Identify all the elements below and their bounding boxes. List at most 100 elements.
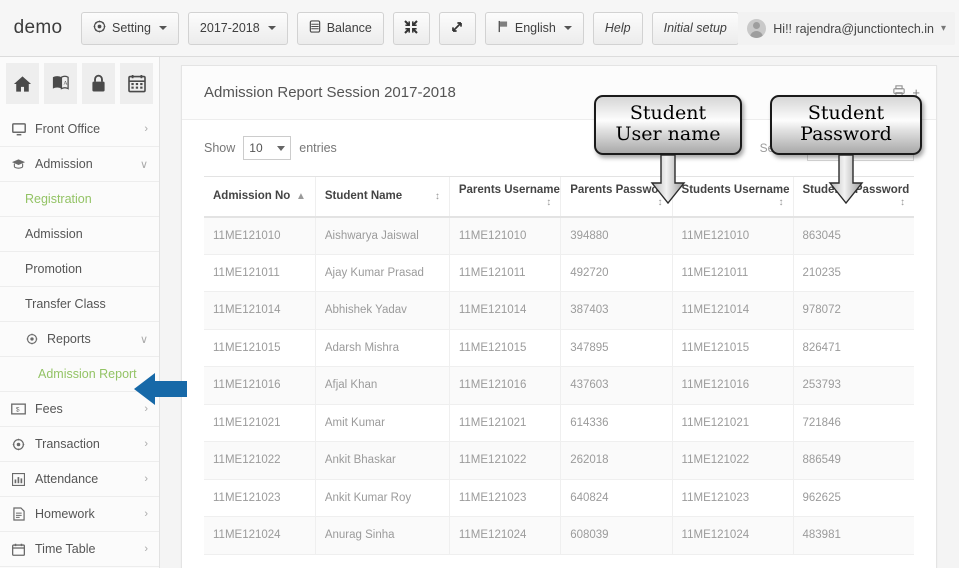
graduation-icon [11,158,26,170]
sidebar-label: Fees [35,402,63,416]
table-cell: 886549 [792,441,914,480]
table-row[interactable]: 11ME121014 Abhishek Yadav 11ME121014 387403… [204,291,914,330]
column-header-admission-no[interactable]: Admission No ▲ [204,176,316,218]
table-cell: 11ME121015 [204,329,316,367]
table-cell: 11ME121021 [671,404,793,442]
sidebar-item-front-office[interactable]: Front Office › [0,112,159,147]
chevron-down-icon [277,145,286,151]
sidebar-label: Transaction [35,437,100,451]
entries-per-page-select[interactable]: 10 [243,136,292,160]
table-cell: Ankit Bhaskar [314,441,450,480]
table-cell: 492720 [560,254,673,292]
sidebar-item-homework[interactable]: Homework › [0,497,159,532]
table-cell: 11ME121016 [204,366,316,405]
callout-line-1: Student [629,102,707,124]
column-header-student-name[interactable]: Student Name ↕ [314,176,450,218]
table-cell: 394880 [560,216,673,255]
sidebar-item-reports[interactable]: Reports ∨ [0,322,159,357]
chevron-right-icon: › [144,543,148,555]
setting-button[interactable]: Setting [81,11,179,45]
column-label: Student Name [324,189,403,202]
sidebar-item-registration[interactable]: Registration [0,182,159,217]
sidebar-label: Front Office [35,122,101,136]
sidebar-item-transfer-class[interactable]: Transfer Class [0,287,159,322]
table-cell: 11ME121010 [204,216,316,255]
table-row[interactable]: 11ME121021 Amit Kumar 11ME121021 614336 11ME… [204,404,914,442]
callout-student-password: Student Password [770,95,922,205]
application-window: demo Setting 2017-2018 Balance English H… [0,0,959,568]
money-icon: $ [11,403,26,415]
column-label: Admission No [213,189,291,202]
table-cell: 11ME121021 [204,404,316,442]
collapse-button[interactable] [392,11,430,45]
table-body: 11ME121010 Aishwarya Jaiswal 11ME121010 394… [204,216,914,555]
table-row[interactable]: 11ME121016 Afjal Khan 11ME121016 437603 11ME… [204,366,914,405]
calendar-icon[interactable] [120,63,153,104]
table-row[interactable]: 11ME121023 Ankit Kumar Roy 11ME121023 64082… [204,479,914,517]
translate-icon[interactable]: A [44,63,77,104]
table-row[interactable]: 11ME121024 Anurag Sinha 11ME121024 608039 11… [204,516,914,555]
sidebar-item-promotion[interactable]: Promotion [0,252,159,287]
sort-icon: ↕ [546,196,552,208]
entries-label: entries [299,141,337,155]
callout-bubble: Student User name [594,95,742,155]
help-button[interactable]: Help [592,11,643,45]
sort-icon: ▲ [295,190,306,202]
table-row[interactable]: 11ME121022 Ankit Bhaskar 11ME121022 262018 1… [204,441,914,480]
table-cell: Ajay Kumar Prasad [314,254,450,292]
sidebar-item-admission-sub[interactable]: Admission [0,217,159,252]
sidebar-item-time-table[interactable]: Time Table › [0,532,159,567]
table-cell: 863045 [792,216,914,255]
sidebar-label: Promotion [25,262,82,276]
table-cell: Aishwarya Jaiswal [314,216,450,255]
gear-icon [25,333,39,345]
language-button[interactable]: English [484,11,584,45]
table-cell: 640824 [560,479,673,517]
table-cell: 721846 [792,404,914,442]
table-cell: 11ME121023 [671,479,793,517]
gear-icon [11,438,26,451]
sidebar-label: Attendance [35,472,99,486]
brand-logo[interactable]: demo [4,17,72,39]
gear-icon [93,20,106,36]
show-entries-control: Show 10 entries [204,136,337,160]
sidebar-item-transaction[interactable]: Transaction › [0,427,159,462]
sidebar-label: Admission [35,157,93,171]
language-button-label: English [514,21,556,35]
table-cell: Amit Kumar [314,404,450,442]
chevron-down-icon: ∨ [139,158,148,171]
table-cell: 11ME121016 [448,366,561,405]
table-cell: 11ME121023 [448,479,561,517]
table-cell: 11ME121022 [671,441,793,480]
column-header-parents-username[interactable]: Parents Username ↕ [448,176,561,218]
table-row[interactable]: 11ME121011 Ajay Kumar Prasad 11ME121011 492… [204,254,914,292]
user-greeting: Hi!! rajendra@junctiontech.in [773,21,934,36]
lock-icon[interactable] [82,63,115,104]
chevron-down-icon [563,26,572,30]
sidebar-item-attendance[interactable]: Attendance › [0,462,159,497]
user-menu[interactable]: Hi!! rajendra@junctiontech.in ▾ [738,12,955,45]
page-title: Admission Report Session 2017-2018 [204,84,456,101]
chevron-right-icon: › [144,438,148,450]
table-cell: 11ME121011 [671,254,793,292]
sidebar-label: Transfer Class [25,297,106,311]
table-cell: 11ME121014 [671,291,793,330]
table-cell: 11ME121010 [448,216,561,255]
show-label: Show [204,141,236,155]
session-year-label: 2017-2018 [199,21,260,35]
table-cell: 608039 [560,516,673,555]
home-icon[interactable] [6,63,39,104]
expand-button[interactable] [438,11,476,45]
setting-button-label: Setting [112,21,151,35]
table-row[interactable]: 11ME121015 Adarsh Mishra 11ME121015 347895 1… [204,329,914,367]
sort-icon: ↕ [434,190,440,202]
compress-icon [404,19,419,37]
initial-setup-button[interactable]: Initial setup [651,11,739,45]
sidebar-item-admission[interactable]: Admission ∨ [0,147,159,182]
table-cell: 11ME121021 [448,404,561,442]
chevron-right-icon: › [144,123,148,135]
balance-button[interactable]: Balance [296,11,384,45]
table-row[interactable]: 11ME121010 Aishwarya Jaiswal 11ME121010 394… [204,216,914,255]
chevron-down-icon [267,26,276,30]
session-year-button[interactable]: 2017-2018 [187,11,288,45]
